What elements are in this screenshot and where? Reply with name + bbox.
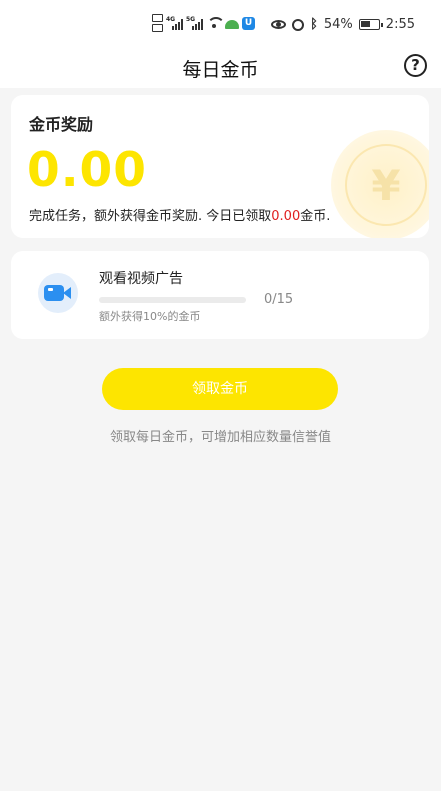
claimed-today-value: 0.00 xyxy=(271,209,301,224)
status-bar: 4G 5G U ᛒ 54% 2:55 xyxy=(0,0,441,50)
signal-label-1: 4G xyxy=(166,16,176,23)
bluetooth-icon: ᛒ xyxy=(310,17,318,32)
daily-coins-screen: 4G 5G U ᛒ 54% 2:55 每日金币 ? ¥ 金币奖励 0.00 完成… xyxy=(0,0,441,791)
app-header: 每日金币 ? xyxy=(0,50,441,88)
task-progress-bar xyxy=(99,297,246,303)
task-progress-count: 0/15 xyxy=(264,292,294,307)
app-notification-icon: U xyxy=(242,16,255,30)
status-icons-left: 4G 5G U xyxy=(152,14,255,32)
video-camera-icon xyxy=(38,273,78,313)
question-circle-icon[interactable]: ? xyxy=(404,54,427,77)
claim-coins-button[interactable]: 领取金币 xyxy=(102,368,338,410)
yuan-coin-icon: ¥ xyxy=(331,130,429,238)
signal-icon-1: 4G xyxy=(166,16,183,30)
page-title: 每日金币 xyxy=(182,59,259,81)
reward-desc-prefix: 完成任务，额外获得金币奖励. 今日已领取 xyxy=(29,209,272,224)
status-icons-right: ᛒ 54% 2:55 xyxy=(271,17,415,32)
task-subtitle: 额外获得10%的金币 xyxy=(99,310,201,323)
signal-label-2: 5G xyxy=(186,16,196,23)
reward-card: ¥ 金币奖励 0.00 完成任务，额外获得金币奖励. 今日已领取0.00金币. xyxy=(11,95,429,238)
reward-desc-suffix: 金币. xyxy=(300,209,331,224)
wifi-icon xyxy=(206,17,225,29)
android-icon xyxy=(225,20,239,29)
battery-icon xyxy=(358,19,383,30)
task-watch-video-ad[interactable]: 观看视频广告 0/15 额外获得10%的金币 xyxy=(11,251,429,339)
reward-description: 完成任务，额外获得金币奖励. 今日已领取0.00金币. xyxy=(29,205,330,224)
battery-percent: 54% xyxy=(323,17,353,32)
signal-icon-2: 5G xyxy=(186,16,203,30)
task-title: 观看视频广告 xyxy=(99,271,183,287)
reward-title: 金币奖励 xyxy=(29,115,94,134)
reward-amount: 0.00 xyxy=(27,143,147,198)
claim-hint: 领取每日金币，可增加相应数量信誉值 xyxy=(109,430,331,445)
eye-icon xyxy=(271,20,287,29)
hd-indicator-icon xyxy=(152,14,163,32)
clock: 2:55 xyxy=(385,17,415,32)
alarm-icon xyxy=(292,18,305,31)
